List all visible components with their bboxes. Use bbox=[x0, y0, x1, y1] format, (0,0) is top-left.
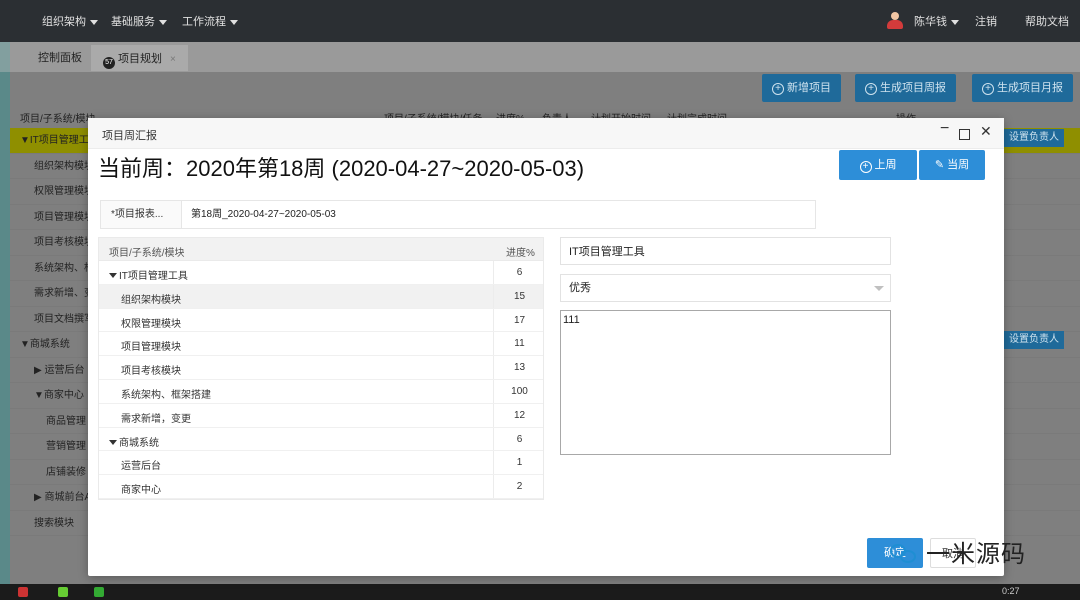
project-name-field[interactable] bbox=[560, 237, 891, 265]
help-docs-link[interactable]: 帮助文档 bbox=[1025, 13, 1069, 29]
tab-bar: 控制面板 57 项目规划 × bbox=[0, 42, 1080, 72]
plus-circle-icon: + bbox=[859, 161, 872, 173]
tree-table-body: IT项目管理工具 6 组织架构模块 15 权限管理模块 17 项目管理模块 11 项目考核模块 1… bbox=[99, 261, 543, 499]
watermark: 一米源码 bbox=[890, 534, 1026, 569]
tree-row[interactable]: 项目考核模块 13 bbox=[99, 356, 543, 380]
tree-header-progress: 进度% bbox=[506, 248, 535, 259]
prev-week-button[interactable]: + 上周 bbox=[839, 150, 917, 180]
gen-monthly-report-button[interactable]: + 生成项目月报 bbox=[972, 74, 1073, 102]
chevron-down-icon bbox=[951, 19, 959, 25]
tree-row[interactable]: 系统架构、框架搭建 100 bbox=[99, 379, 545, 404]
user-menu[interactable]: 陈华钱 bbox=[914, 13, 959, 29]
nav-org-menu[interactable]: 组织架构 bbox=[42, 13, 98, 29]
tree-row-name: IT项目管理工具 bbox=[109, 267, 188, 282]
plus-icon: + bbox=[982, 83, 994, 95]
caret-down-icon[interactable] bbox=[109, 439, 117, 445]
tree-row[interactable]: 商城系统 6 bbox=[99, 427, 545, 452]
tree-row-name: 系统架构、框架搭建 bbox=[121, 389, 211, 401]
module-tree-table: 项目/子系统/模块 进度% IT项目管理工具 6 组织架构模块 15 权限管理模块 17 项… bbox=[98, 237, 544, 500]
tab-project-plan[interactable]: 57 项目规划 × bbox=[90, 44, 189, 72]
assign-owner-button[interactable]: 设置负责人 bbox=[1004, 331, 1064, 349]
tree-header-name: 项目/子系统/模块 bbox=[109, 248, 185, 259]
weekly-report-dialog: 项目周汇报 − ✕ 当前周：2020年第18周 (2020-04-27~2020… bbox=[88, 118, 1004, 576]
tree-row[interactable]: IT项目管理工具 6 bbox=[99, 261, 543, 285]
wechat-logo-icon bbox=[890, 542, 920, 564]
comment-textarea[interactable]: 111 bbox=[560, 310, 891, 455]
left-edge-strip bbox=[0, 42, 10, 72]
tree-row-name: 运营后台 bbox=[121, 461, 161, 473]
maximize-icon[interactable] bbox=[959, 129, 970, 140]
tree-row-name: 商城系统 bbox=[109, 434, 159, 449]
top-nav-bar: 组织架构 基础服务 工作流程 陈华钱 注销 帮助文档 bbox=[0, 0, 1080, 42]
tree-row-name: 商家中心 bbox=[121, 485, 161, 497]
rating-value: 优秀 bbox=[569, 282, 591, 294]
chevron-down-icon bbox=[874, 286, 884, 291]
current-week-button[interactable]: ✎ 当周 bbox=[919, 150, 985, 180]
caret-down-icon[interactable] bbox=[109, 273, 117, 278]
tree-row[interactable]: 商家中心 2 bbox=[99, 475, 543, 499]
tree-row-name: 权限管理模块 bbox=[121, 318, 181, 330]
app-icon[interactable] bbox=[58, 587, 68, 597]
report-name-label: *项目报表... bbox=[101, 201, 182, 228]
os-taskbar: 0:27 bbox=[0, 584, 1080, 600]
tree-row-progress: 6 bbox=[493, 427, 545, 451]
left-accent-strip bbox=[0, 72, 10, 584]
tree-row[interactable]: 项目管理模块 11 bbox=[99, 332, 545, 357]
tree-row-progress: 6 bbox=[493, 261, 545, 284]
tree-row-name: 组织架构模块 bbox=[121, 294, 181, 306]
tree-row-name: 项目管理模块 bbox=[121, 342, 181, 354]
tree-row[interactable]: 组织架构模块 15 bbox=[99, 284, 545, 309]
assign-owner-button[interactable]: 设置负责人 bbox=[1004, 129, 1064, 147]
chevron-down-icon bbox=[90, 19, 98, 25]
nav-workflow-menu[interactable]: 工作流程 bbox=[182, 13, 238, 29]
tree-row-progress: 11 bbox=[493, 332, 545, 356]
tab-badge-icon: 57 bbox=[103, 57, 115, 69]
dialog-header: 项目周汇报 − ✕ bbox=[88, 118, 1004, 149]
tree-row[interactable]: 运营后台 1 bbox=[99, 451, 545, 476]
user-avatar-icon[interactable] bbox=[886, 12, 904, 30]
tree-row-progress: 100 bbox=[493, 379, 545, 403]
tree-row[interactable]: 需求新增，变更 12 bbox=[99, 403, 545, 428]
tree-row-progress: 1 bbox=[493, 451, 545, 475]
tree-row[interactable]: 权限管理模块 17 bbox=[99, 308, 545, 333]
app-icon[interactable] bbox=[18, 587, 28, 597]
close-icon[interactable]: × bbox=[170, 54, 176, 65]
tree-row-progress: 2 bbox=[493, 475, 545, 498]
tab-dashboard[interactable]: 控制面板 bbox=[26, 44, 94, 72]
dialog-title: 项目周汇报 bbox=[102, 130, 157, 142]
tree-table-header: 项目/子系统/模块 进度% bbox=[99, 238, 543, 261]
tree-row-name: 项目考核模块 bbox=[121, 366, 181, 378]
plus-icon: + bbox=[865, 83, 877, 95]
nav-basic-service-menu[interactable]: 基础服务 bbox=[111, 13, 167, 29]
report-name-row: *项目报表... bbox=[100, 200, 816, 229]
chevron-down-icon bbox=[230, 19, 238, 25]
tree-row-progress: 15 bbox=[493, 284, 545, 308]
plus-icon: + bbox=[772, 83, 784, 95]
current-week-title: 当前周：2020年第18周 (2020-04-27~2020-05-03) bbox=[98, 156, 585, 181]
tab-label: 项目规划 bbox=[118, 53, 162, 65]
add-project-button[interactable]: + 新增项目 bbox=[762, 74, 841, 102]
rating-select[interactable]: 优秀 bbox=[560, 274, 891, 302]
logout-link[interactable]: 注销 bbox=[975, 13, 997, 29]
app-icon[interactable] bbox=[94, 587, 104, 597]
tree-row-progress: 17 bbox=[493, 308, 545, 332]
bg-header-col: 项目/子系统/模块 bbox=[20, 114, 96, 125]
pencil-icon: ✎ bbox=[934, 159, 948, 171]
gen-weekly-report-button[interactable]: + 生成项目周报 bbox=[855, 74, 956, 102]
tree-row-progress: 12 bbox=[493, 403, 545, 427]
chevron-down-icon bbox=[159, 19, 167, 25]
close-icon[interactable]: ✕ bbox=[980, 123, 992, 140]
minimize-icon[interactable]: − bbox=[940, 120, 949, 138]
tree-row-name: 需求新增，变更 bbox=[121, 413, 191, 425]
tree-row-progress: 13 bbox=[493, 356, 545, 379]
report-name-input[interactable] bbox=[191, 201, 791, 228]
taskbar-clock: 0:27 bbox=[1002, 586, 1020, 596]
